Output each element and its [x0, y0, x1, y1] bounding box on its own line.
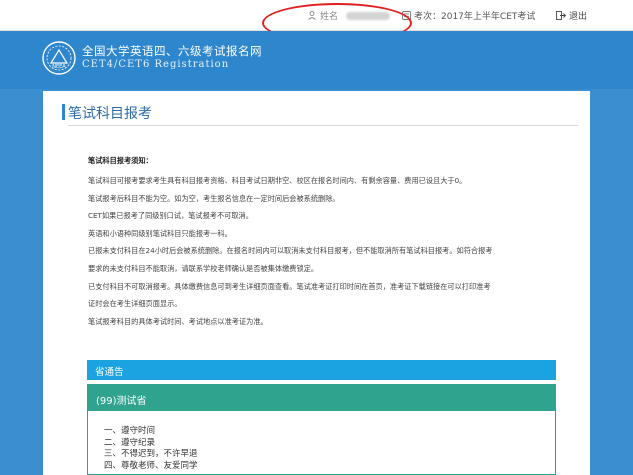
cet-logo-icon[interactable]: NEEA: [42, 41, 76, 75]
logout-button[interactable]: 退出: [556, 9, 587, 22]
exam-session-label: 考次：2017年上半年CET考试: [414, 12, 536, 22]
province-header-label: (99)测试省: [96, 396, 147, 407]
logout-icon: [556, 11, 567, 20]
exam-session: 考次：2017年上半年CET考试: [402, 9, 535, 22]
page-title: 笔试科目报考: [62, 103, 152, 123]
notice-line: 笔试报考科目的具体考试时间、考试地点以准考证为准。: [88, 316, 268, 326]
notice-line: 笔试科目可报考要求考生具有科目报考资格、科目考试日期非空、校区在报名时间内、有剩…: [88, 176, 467, 185]
notice-heading: 笔试科目报考须知：: [88, 156, 153, 165]
svg-text:NEEA: NEEA: [52, 64, 66, 70]
notice-line: 证时会在考生详细页面显示。: [88, 299, 182, 309]
notice-line: 已支付科目不可取消报考。具体缴费信息可到考生详细页面查看。笔试准考证打印时间在首…: [88, 281, 491, 291]
announcement-bar[interactable]: 省通告: [87, 360, 556, 380]
notice-line: 已报未支付科目在24小时后会被系统删除。在报名时间内可以取消未支付科目报考，但不…: [88, 246, 493, 256]
rule-item: 四、尊敬老师、友爱同学: [104, 460, 198, 471]
site-title-en: CET4/CET6 Registration: [82, 59, 230, 70]
province-header[interactable]: (99)测试省: [88, 385, 555, 411]
announcement-label: 省通告: [95, 367, 124, 378]
rule-item: 一、遵守时间: [104, 426, 156, 436]
title-divider: [68, 125, 578, 126]
registration-notice: 笔试科目报考须知： 笔试科目可报考要求考生具有科目报考资格、科目考试日期非空、校…: [88, 156, 578, 334]
rule-item: 三、不得迟到，不许早退: [104, 449, 198, 459]
province-rules: 一、遵守时间 二、遵守纪录 三、不得迟到，不许早退 四、尊敬老师、友爱同学: [104, 426, 198, 472]
logout-label: 退出: [569, 12, 588, 22]
rule-item: 二、遵守纪录: [104, 437, 156, 448]
notice-line: CET如果已报考了同级别口试，笔试报考不可取消。: [88, 211, 253, 221]
site-title-cn: 全国大学英语四、六级考试报名网: [82, 44, 262, 58]
site-banner: NEEA 全国大学英语四、六级考试报名网 CET4/CET6 Registrat…: [0, 31, 633, 89]
page-title-text: 笔试科目报考: [68, 106, 152, 122]
notice-line: 要求的未支付科目不能取消，请联系学校老师确认是否被集体缴费锁定。: [88, 263, 319, 273]
notice-line: 英语和小语种同级别笔试科目只能报考一科。: [88, 228, 232, 238]
notice-line: 笔试报考后科目不能为空。如为空，考生报名信息在一定时间后会被系统删除。: [88, 193, 340, 203]
title-accent-bar: [62, 104, 65, 120]
